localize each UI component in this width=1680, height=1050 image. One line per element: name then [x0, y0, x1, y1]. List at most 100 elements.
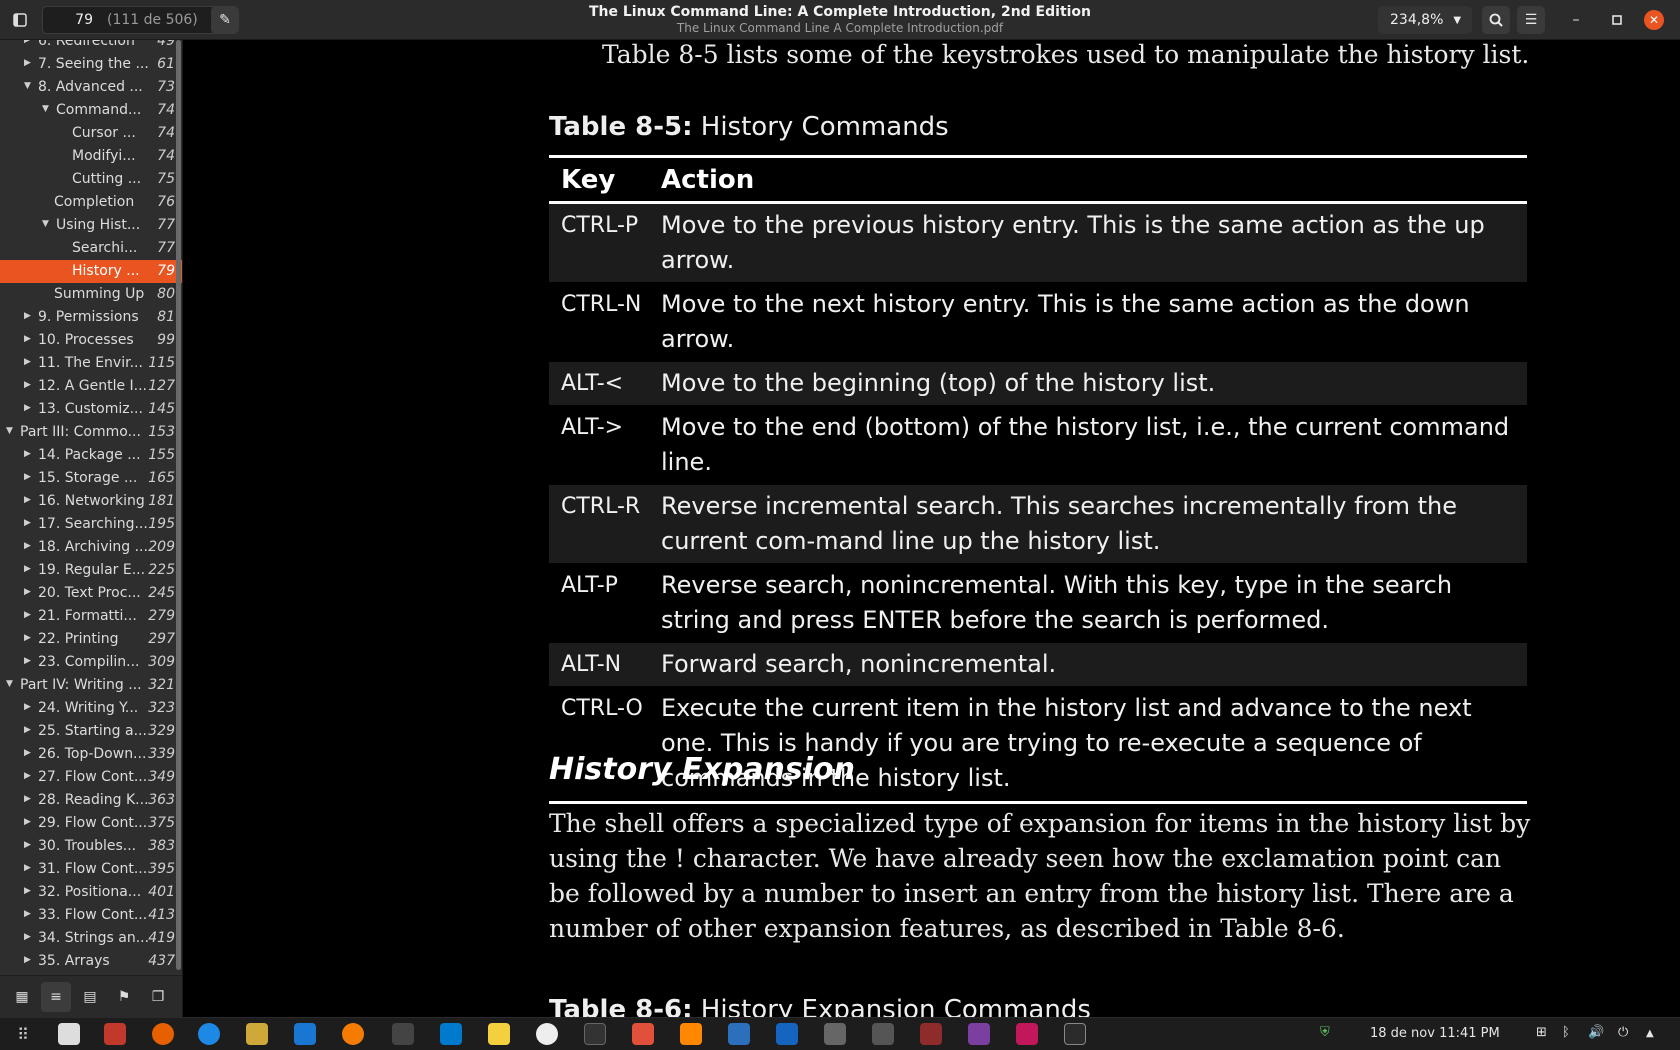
hamburger-menu-icon[interactable]: ☰: [1517, 6, 1545, 34]
toc-item[interactable]: ▶ 21. Formatti... 279: [0, 605, 182, 628]
toc-item[interactable]: ▶ 26. Top-Down... 339: [0, 743, 182, 766]
expander-right-icon[interactable]: ▶: [24, 587, 34, 597]
calculator-icon[interactable]: [920, 1023, 942, 1045]
expander-right-icon[interactable]: ▶: [24, 564, 34, 574]
diagram-icon[interactable]: [776, 1023, 798, 1045]
expander-right-icon[interactable]: ▶: [24, 334, 34, 344]
toc-item[interactable]: Cutting ... 75: [0, 168, 182, 191]
expander-right-icon[interactable]: ▶: [24, 472, 34, 482]
expander-down-icon[interactable]: ▼: [42, 219, 52, 229]
toc-item[interactable]: ▶ 18. Archiving ... 209: [0, 536, 182, 559]
toc-item[interactable]: ▶ 23. Compilin... 309: [0, 651, 182, 674]
toc-item[interactable]: Searchi... 77: [0, 237, 182, 260]
document-view[interactable]: Table 8-5 lists some of the keystrokes u…: [184, 40, 1680, 1017]
toc-item[interactable]: ▶ 24. Writing Y... 323: [0, 697, 182, 720]
close-icon[interactable]: ✕: [1644, 10, 1664, 30]
toc-item[interactable]: Modifyi... 74: [0, 145, 182, 168]
image-viewer-icon[interactable]: [728, 1023, 750, 1045]
expander-down-icon[interactable]: ▼: [6, 679, 16, 689]
writer-icon[interactable]: [294, 1023, 316, 1045]
expander-right-icon[interactable]: ▶: [24, 518, 34, 528]
toc-item[interactable]: ▼ Part III: Commo... 153: [0, 421, 182, 444]
system-monitor-icon[interactable]: [584, 1023, 606, 1045]
annotate-pencil-icon[interactable]: ✎: [211, 6, 239, 34]
sidebar-scrollbar[interactable]: [176, 40, 181, 970]
expander-right-icon[interactable]: ▶: [24, 495, 34, 505]
expander-right-icon[interactable]: ▶: [24, 357, 34, 367]
toc-item[interactable]: Cursor ... 74: [0, 122, 182, 145]
expander-right-icon[interactable]: ▶: [24, 610, 34, 620]
toc-item[interactable]: ▶ 15. Storage ... 165: [0, 467, 182, 490]
lion-icon[interactable]: [968, 1023, 990, 1045]
archive-manager-icon[interactable]: [104, 1023, 126, 1045]
expander-right-icon[interactable]: ▶: [24, 40, 34, 45]
toc-item[interactable]: Summing Up 80: [0, 283, 182, 306]
toc-item[interactable]: ▶ 11. The Envir... 115: [0, 352, 182, 375]
toc-item[interactable]: ▶ 20. Text Proc... 245: [0, 582, 182, 605]
expander-down-icon[interactable]: ▼: [6, 426, 16, 436]
toc-item[interactable]: ▶ 17. Searching... 195: [0, 513, 182, 536]
toc-item[interactable]: Completion 76: [0, 191, 182, 214]
terminal-icon[interactable]: [1064, 1023, 1086, 1045]
vscode-icon[interactable]: [440, 1023, 462, 1045]
app-grid-icon[interactable]: ⠿: [12, 1023, 34, 1045]
toc-item[interactable]: ▶ 13. Customiz... 145: [0, 398, 182, 421]
page-number-input[interactable]: 79 (111 de 506): [42, 6, 230, 34]
toc-item[interactable]: ▶ 35. Arrays 437: [0, 950, 182, 973]
rhythmbox-icon[interactable]: [246, 1023, 268, 1045]
expander-right-icon[interactable]: ▶: [24, 380, 34, 390]
expander-right-icon[interactable]: ▶: [24, 748, 34, 758]
toc-item[interactable]: ▶ 33. Flow Cont... 413: [0, 904, 182, 927]
toc-item[interactable]: ▶ 30. Troubles... 383: [0, 835, 182, 858]
chevron-up-icon[interactable]: ▲: [1646, 1028, 1654, 1039]
thunderbird-icon[interactable]: [198, 1023, 220, 1045]
toc-item[interactable]: ▶ 7. Seeing the ... 61: [0, 53, 182, 76]
maximize-icon[interactable]: [1603, 6, 1631, 34]
bluetooth-icon[interactable]: ᛒ: [1562, 1025, 1570, 1040]
workspace-icon[interactable]: [58, 1023, 80, 1045]
toc-item[interactable]: ▶ 14. Package ... 155: [0, 444, 182, 467]
outline-icon[interactable]: ≡: [41, 982, 71, 1012]
expander-right-icon[interactable]: ▶: [24, 794, 34, 804]
vlc-icon[interactable]: [680, 1023, 702, 1045]
toc-item[interactable]: ▼ Using Hist... 77: [0, 214, 182, 237]
expander-right-icon[interactable]: ▶: [24, 863, 34, 873]
expander-right-icon[interactable]: ▶: [24, 955, 34, 965]
expander-right-icon[interactable]: ▶: [24, 932, 34, 942]
zoom-select[interactable]: 234,8% ▼: [1378, 6, 1472, 34]
toc-item[interactable]: ▶ 31. Flow Cont... 395: [0, 858, 182, 881]
search-icon[interactable]: [1482, 6, 1510, 34]
expander-down-icon[interactable]: ▼: [42, 104, 52, 114]
toc-item[interactable]: ▶ 9. Permissions 81: [0, 306, 182, 329]
toc-item[interactable]: ▶ 12. A Gentle I... 127: [0, 375, 182, 398]
clock[interactable]: 18 de nov 11:41 PM: [1370, 1026, 1500, 1041]
toc-item[interactable]: ▼ Command... 74: [0, 99, 182, 122]
expander-right-icon[interactable]: ▶: [24, 449, 34, 459]
expander-right-icon[interactable]: ▶: [24, 817, 34, 827]
toc-item[interactable]: ▶ 27. Flow Cont... 349: [0, 766, 182, 789]
toc-item[interactable]: ▶ 16. Networking 181: [0, 490, 182, 513]
toc-item[interactable]: ▶ 6. Redirection 49: [0, 40, 182, 53]
expander-right-icon[interactable]: ▶: [24, 771, 34, 781]
bookmark-icon[interactable]: ⚑: [109, 982, 139, 1012]
expander-right-icon[interactable]: ▶: [24, 702, 34, 712]
sidebar-toggle-icon[interactable]: [6, 6, 34, 34]
toc-item[interactable]: ▶ 28. Reading K... 363: [0, 789, 182, 812]
expander-right-icon[interactable]: ▶: [24, 909, 34, 919]
toc-item[interactable]: ▶ 19. Regular E... 225: [0, 559, 182, 582]
files-icon[interactable]: [824, 1023, 846, 1045]
inkscape-icon[interactable]: [392, 1023, 414, 1045]
shield-icon[interactable]: ⛨: [1320, 1025, 1330, 1040]
toc-item[interactable]: ▶ 22. Printing 297: [0, 628, 182, 651]
equalizer-icon[interactable]: [872, 1023, 894, 1045]
toc-item[interactable]: ▼ 8. Advanced ... 73: [0, 76, 182, 99]
expander-right-icon[interactable]: ▶: [24, 311, 34, 321]
expander-right-icon[interactable]: ▶: [24, 725, 34, 735]
expander-right-icon[interactable]: ▶: [24, 541, 34, 551]
obs-icon[interactable]: [536, 1023, 558, 1045]
expander-right-icon[interactable]: ▶: [24, 403, 34, 413]
toc-item[interactable]: History ... 79: [0, 260, 182, 283]
minimize-icon[interactable]: –: [1562, 6, 1590, 34]
annotations-icon[interactable]: ▤: [75, 982, 105, 1012]
power-icon[interactable]: ⏻: [1618, 1025, 1628, 1040]
